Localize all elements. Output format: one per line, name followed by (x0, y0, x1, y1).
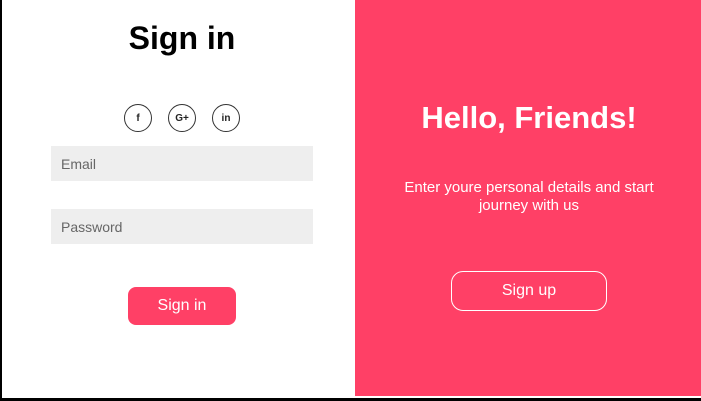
linkedin-icon-label: in (221, 112, 231, 124)
linkedin-icon[interactable]: in (212, 104, 240, 132)
app-frame: Sign in f G+ in Sign in Hello, Friends! … (0, 0, 701, 401)
welcome-title: Hello, Friends! (421, 100, 637, 135)
facebook-icon-label: f (136, 112, 140, 124)
google-plus-icon[interactable]: G+ (168, 104, 196, 132)
signin-button[interactable]: Sign in (128, 287, 236, 325)
signin-title: Sign in (128, 20, 236, 56)
welcome-description: Enter youre personal details and start j… (404, 179, 654, 214)
signin-panel: Sign in f G+ in Sign in (4, 0, 355, 398)
email-field[interactable] (51, 146, 313, 181)
welcome-panel: Hello, Friends! Enter youre personal det… (355, 0, 701, 396)
signup-button[interactable]: Sign up (451, 271, 607, 311)
password-field[interactable] (51, 209, 313, 244)
google-plus-icon-label: G+ (175, 112, 189, 124)
facebook-icon[interactable]: f (124, 104, 152, 132)
